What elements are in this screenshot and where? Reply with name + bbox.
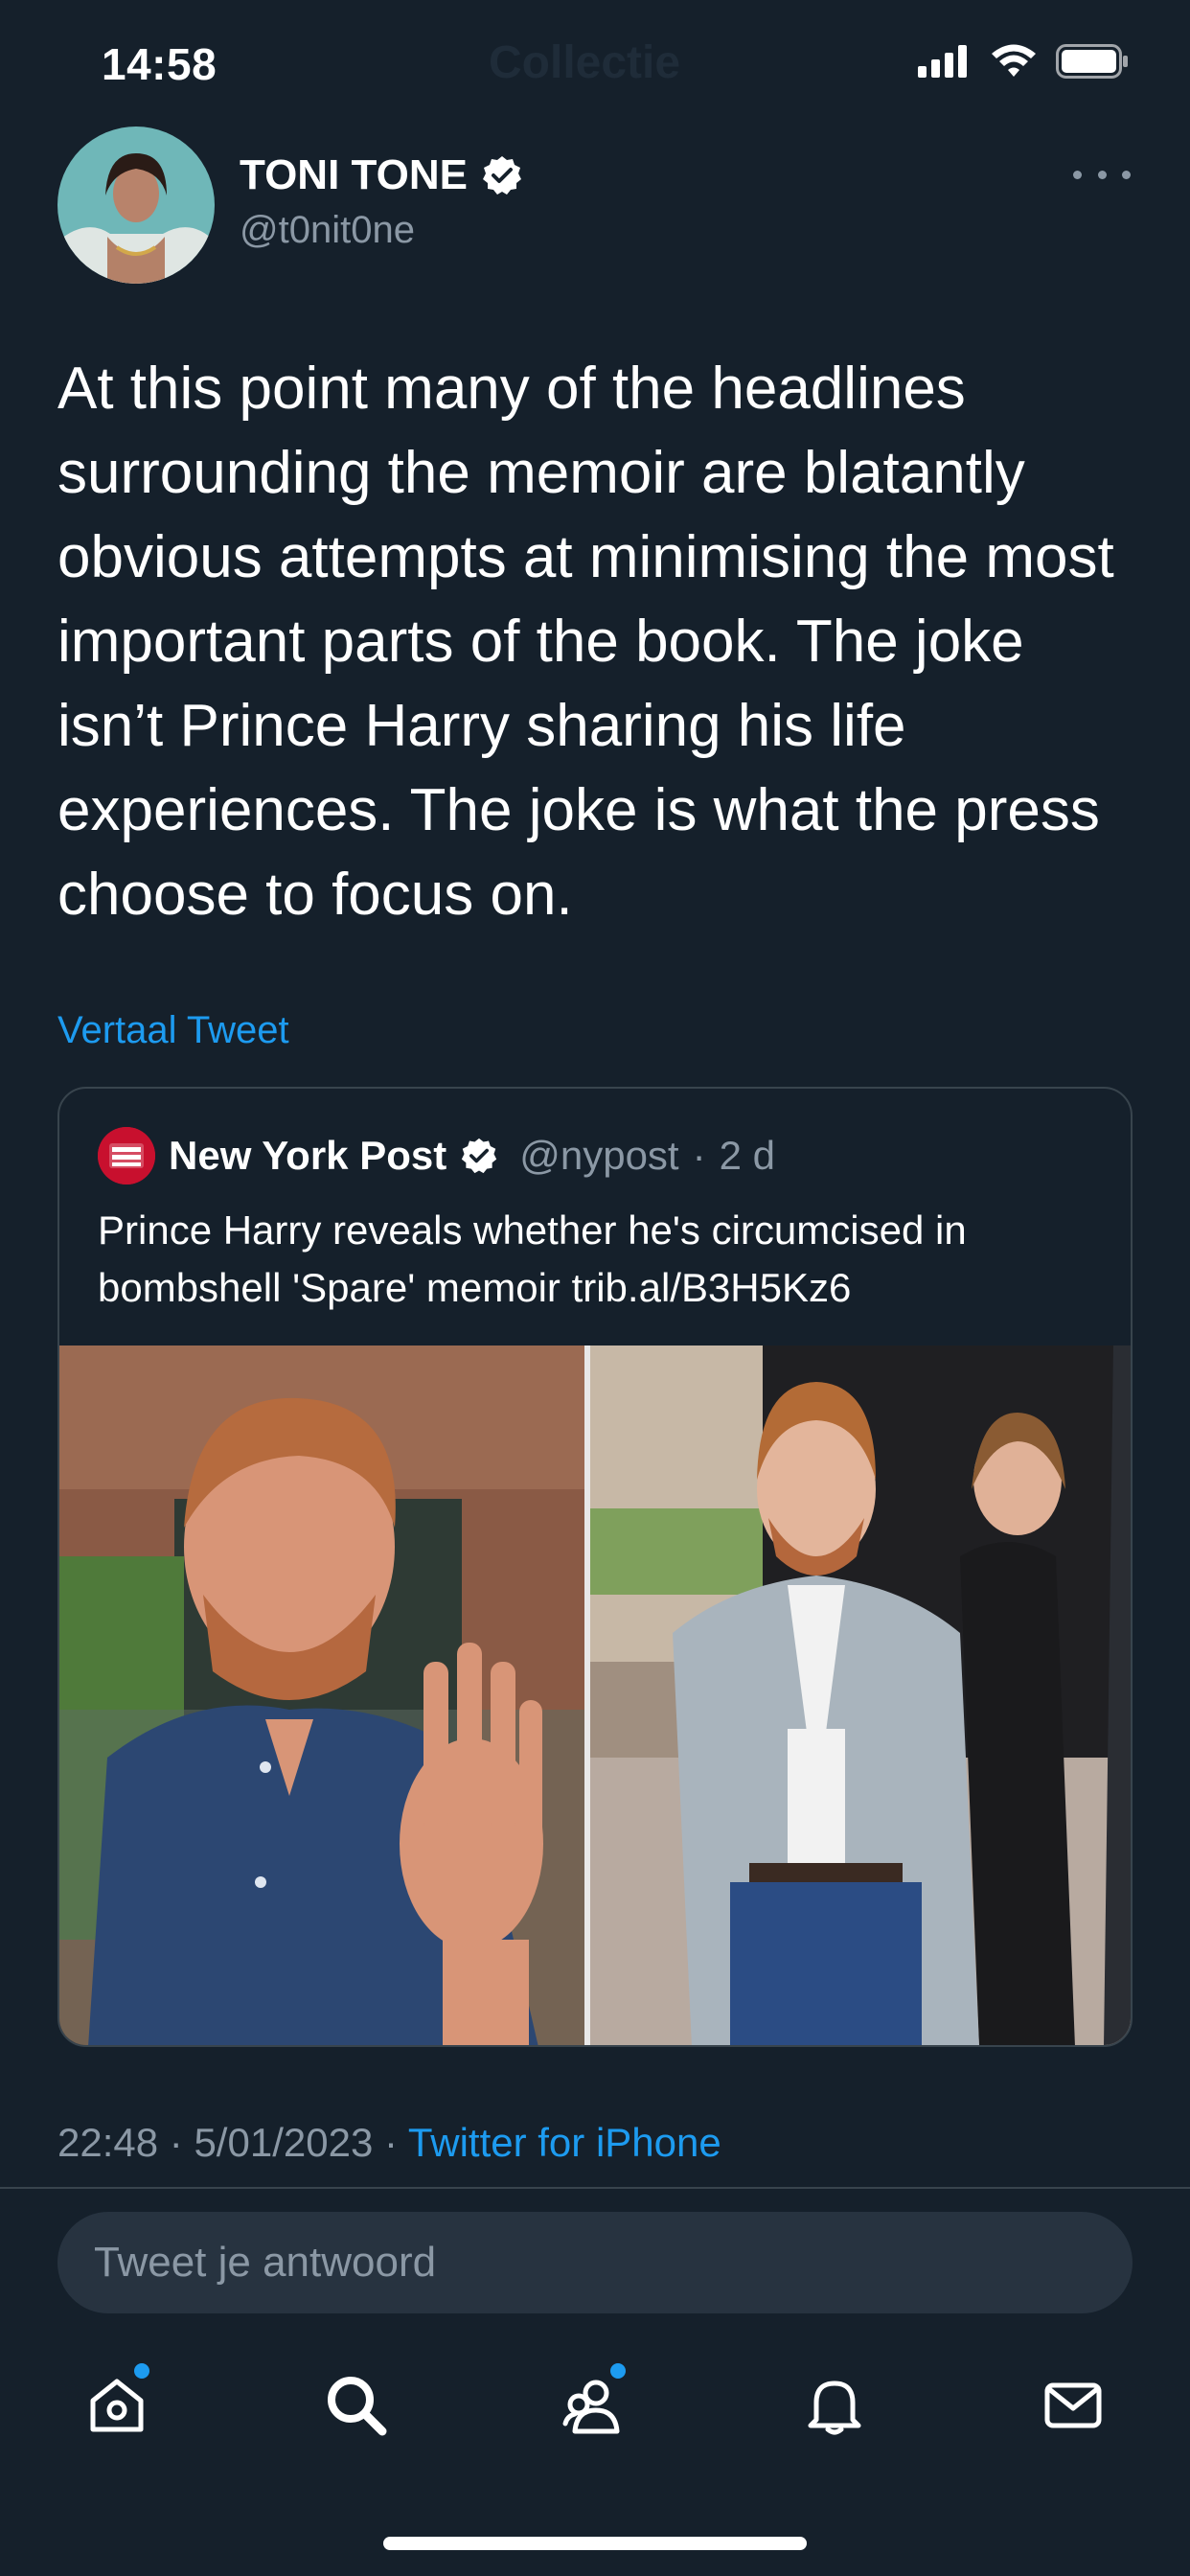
communities-badge-dot [610,2363,626,2379]
tweet-detail-screen: Collectie 14:58 TONI TONE @t0nit0ne At t… [0,0,1190,2576]
quoted-tweet-header: New York Post @nypost · 2 d [98,1127,775,1184]
divider [0,2187,1190,2189]
quoted-separator: · [692,1133,706,1178]
reply-input[interactable] [57,2212,1133,2313]
quoted-tweet-text: Prince Harry reveals whether he's circum… [98,1208,967,1310]
quoted-tweet-card[interactable]: New York Post @nypost · 2 d Prince Harry… [57,1087,1133,2047]
avatar-image [57,126,215,284]
more-dot [1097,170,1107,179]
battery-icon [1056,44,1128,79]
nypost-logo [98,1127,155,1184]
nav-search[interactable] [309,2358,404,2453]
tweet-timestamp: 22:48 · 5/01/2023 · Twitter for iPhone [57,2120,721,2166]
quoted-author-name: New York Post [169,1133,447,1178]
timestamp-separator: · [383,2120,398,2165]
wifi-icon [992,44,1036,77]
more-dot [1122,170,1131,179]
nav-home[interactable] [69,2358,165,2453]
verified-badge-icon [462,1138,497,1174]
author-name[interactable]: TONI TONE [240,151,468,199]
search-icon [328,2377,387,2436]
home-icon [90,2379,144,2432]
ghost-header-title: Collectie [489,37,681,88]
status-bar: Collectie 14:58 [0,0,1190,125]
quoted-author-handle: @nypost [519,1133,679,1178]
tweet-source-link[interactable]: Twitter for iPhone [408,2120,721,2165]
author-handle[interactable]: @t0nit0ne [240,209,415,252]
home-indicator[interactable] [383,2537,807,2550]
tweet-text: At this point many of the headlines surr… [57,356,1114,928]
timestamp-separator: · [169,2120,183,2165]
messages-icon [1044,2382,1102,2428]
tweet-time: 22:48 [57,2120,159,2165]
author-name-row[interactable]: TONI TONE [240,151,523,199]
home-badge-dot [134,2363,149,2379]
translate-tweet-link[interactable]: Vertaal Tweet [57,1009,289,1052]
author-avatar[interactable] [57,126,215,284]
notifications-icon [808,2380,861,2435]
more-dot [1073,170,1082,179]
signal-icon [918,45,967,78]
nav-notifications[interactable] [787,2358,882,2453]
nav-communities[interactable] [547,2358,643,2453]
status-time: 14:58 [102,39,217,89]
more-options-icon[interactable] [1073,155,1131,194]
quoted-age: 2 d [719,1133,775,1178]
quoted-tweet-image[interactable] [59,1346,1133,2047]
status-icons [918,44,1129,79]
tweet-date: 5/01/2023 [194,2120,374,2165]
bottom-navigation [0,2358,1190,2463]
nypost-logo-icon [98,1127,155,1184]
verified-badge-icon [482,156,521,195]
communities-icon [562,2380,620,2434]
nav-messages[interactable] [1025,2358,1121,2453]
